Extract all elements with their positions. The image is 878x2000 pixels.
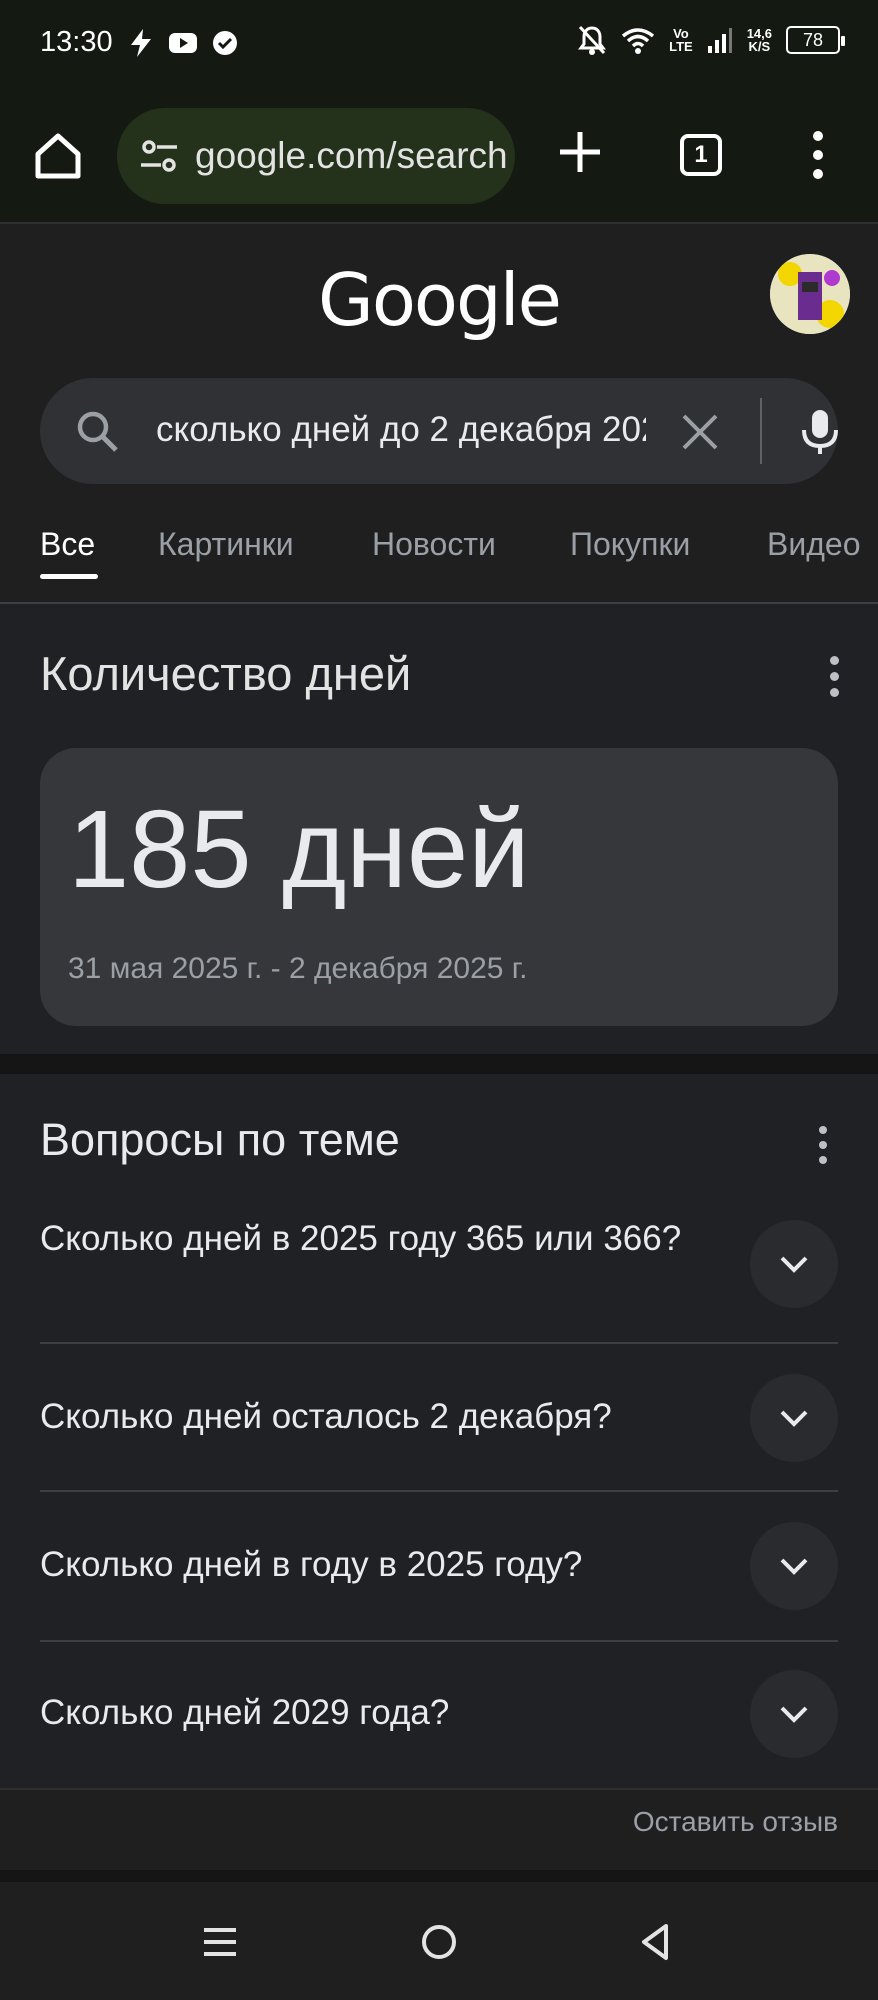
avatar-image (770, 254, 850, 334)
clear-icon[interactable] (680, 412, 720, 452)
section-divider (0, 1870, 878, 1882)
avatar[interactable] (770, 254, 850, 334)
expand-button[interactable] (750, 1374, 838, 1462)
section-divider (0, 1054, 878, 1074)
days-count-card: Количество дней 185 дней 31 мая 2025 г. … (0, 604, 878, 1054)
microphone-icon[interactable] (798, 408, 842, 456)
active-tab-indicator (40, 574, 98, 579)
question-item[interactable]: Сколько дней в году в 2025 году? (40, 1492, 838, 1642)
related-title: Вопросы по теме (40, 1114, 400, 1165)
expand-button[interactable] (750, 1522, 838, 1610)
network-type: Vo LTE (669, 26, 693, 54)
feedback-divider (0, 1788, 878, 1790)
home-nav-icon[interactable] (415, 1918, 463, 1966)
search-box[interactable]: сколько дней до 2 декабря 2025 (40, 378, 838, 484)
feedback-link[interactable]: Оставить отзыв (633, 1806, 838, 1838)
card-title: Количество дней (40, 647, 412, 700)
question-item[interactable]: Сколько дней осталось 2 декабря? (40, 1344, 838, 1492)
home-icon[interactable] (30, 128, 86, 184)
status-time: 13:30 (40, 26, 113, 58)
card-options-icon[interactable] (828, 656, 840, 700)
address-bar[interactable]: google.com/search (117, 108, 515, 204)
mail-check-icon (213, 31, 237, 55)
bell-off-icon (578, 25, 607, 55)
battery-icon: 78 (786, 26, 845, 54)
related-questions-card: Вопросы по теме Сколько дней в 2025 году… (0, 1074, 878, 1790)
date-range: 31 мая 2025 г. - 2 декабря 2025 г. (68, 952, 528, 985)
recent-apps-icon[interactable] (196, 1918, 244, 1966)
url-text[interactable]: google.com/search (195, 135, 508, 177)
tab-videos[interactable]: Видео (767, 526, 860, 563)
expand-button[interactable] (750, 1220, 838, 1308)
signal-icon (707, 28, 732, 53)
status-bar: 13:30 Vo LTE 14,6 K/S 78 (0, 0, 878, 90)
search-icon[interactable] (74, 408, 120, 454)
chevron-down-icon (780, 1256, 808, 1273)
status-left-icons (128, 28, 238, 58)
question-text[interactable]: Сколько дней осталось 2 декабря? (40, 1392, 700, 1442)
days-result: 185 дней (68, 788, 530, 911)
navigation-bar (0, 1882, 878, 2000)
expand-button[interactable] (750, 1670, 838, 1758)
tab-images[interactable]: Картинки (158, 526, 294, 563)
related-options-icon[interactable] (818, 1126, 828, 1170)
tab-news[interactable]: Новости (372, 526, 496, 563)
youtube-icon (169, 33, 197, 53)
search-input[interactable]: сколько дней до 2 декабря 2025 (156, 410, 646, 450)
tab-all[interactable]: Все (40, 526, 95, 563)
tab-switcher-button[interactable]: 1 (680, 134, 722, 176)
back-icon[interactable] (632, 1918, 680, 1966)
search-divider (760, 398, 762, 464)
question-text[interactable]: Сколько дней в году в 2025 году? (40, 1540, 700, 1590)
question-text[interactable]: Сколько дней в 2025 году 365 или 366? (40, 1214, 700, 1264)
chevron-down-icon (780, 1558, 808, 1575)
chevron-down-icon (780, 1706, 808, 1723)
wifi-icon (622, 28, 655, 54)
question-item[interactable]: Сколько дней 2029 года? (40, 1642, 838, 1788)
flash-icon (131, 29, 151, 57)
result-box: 185 дней 31 мая 2025 г. - 2 декабря 2025… (40, 748, 838, 1026)
tab-shopping[interactable]: Покупки (570, 526, 690, 563)
status-right-icons: Vo LTE 14,6 K/S 78 (577, 24, 845, 56)
browser-toolbar: google.com/search 1 (0, 90, 878, 224)
question-text[interactable]: Сколько дней 2029 года? (40, 1688, 700, 1738)
site-settings-icon[interactable] (137, 134, 181, 178)
google-logo[interactable]: Google (0, 258, 878, 342)
network-speed: 14,6 K/S (746, 26, 772, 54)
new-tab-icon[interactable] (556, 128, 604, 176)
search-tabs: Все Картинки Новости Покупки Видео (0, 518, 878, 604)
question-item[interactable]: Сколько дней в 2025 году 365 или 366? (40, 1214, 838, 1344)
chevron-down-icon (780, 1410, 808, 1427)
more-menu-icon[interactable] (806, 130, 830, 180)
